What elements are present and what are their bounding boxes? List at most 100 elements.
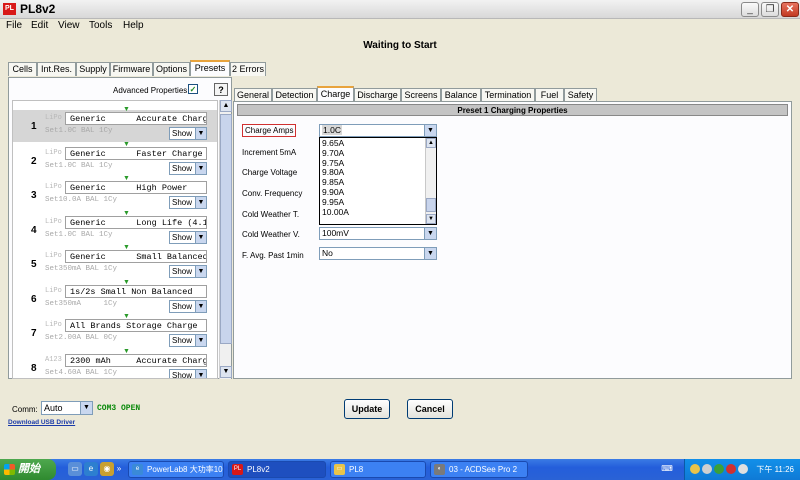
menu-tools[interactable]: Tools: [89, 20, 112, 31]
cancel-button[interactable]: Cancel: [407, 399, 453, 419]
preset-list-scrollbar[interactable]: ▲ ▼: [219, 100, 232, 379]
show-desktop-icon[interactable]: ▭: [68, 462, 82, 476]
advanced-properties-checkbox[interactable]: ✓: [188, 84, 198, 94]
charge-amps-select[interactable]: 1.0C ▼: [319, 124, 437, 137]
subtab-balance[interactable]: Balance: [441, 88, 481, 101]
preset-row-4[interactable]: ▼ 4 LiPo Generic Long Life (4.1v) Set1.0…: [13, 210, 217, 246]
preset-show-select[interactable]: Show ▼: [169, 300, 207, 313]
preset-show-select[interactable]: Show ▼: [169, 369, 207, 378]
start-button[interactable]: 開始: [0, 459, 56, 480]
scroll-down-icon[interactable]: ▼: [220, 366, 232, 378]
cold-weather-v-select[interactable]: 100mV ▼: [319, 227, 437, 240]
preset-number: 1: [31, 121, 37, 132]
dropdown-option[interactable]: 9.75A: [320, 158, 436, 168]
preset-row-8[interactable]: ▼ 8 A123 2300 mAh Accurate Charge Set4.6…: [13, 348, 217, 378]
preset-show-select[interactable]: Show ▼: [169, 196, 207, 209]
dropdown-option[interactable]: 9.80A: [320, 167, 436, 177]
scroll-up-icon[interactable]: ▲: [426, 138, 436, 148]
antivirus-icon[interactable]: [726, 464, 736, 474]
charge-amps-dropdown[interactable]: 9.65A 9.70A 9.75A 9.80A 9.85A 9.90A 9.95…: [319, 137, 437, 225]
tab-cells[interactable]: Cells: [8, 62, 37, 76]
preset-show-select[interactable]: Show ▼: [169, 127, 207, 140]
subtab-detection[interactable]: Detection: [272, 88, 317, 101]
download-usb-driver-link[interactable]: Download USB Driver: [8, 419, 75, 426]
subtab-general[interactable]: General: [234, 88, 272, 101]
scroll-thumb[interactable]: [426, 198, 436, 212]
preset-summary: Set4.60A BAL 1Cy: [45, 369, 118, 377]
cold-weather-t-label: Cold Weather T.: [242, 210, 300, 219]
volume-icon[interactable]: [738, 464, 748, 474]
security-icon[interactable]: [690, 464, 700, 474]
maximize-button[interactable]: ❐: [761, 2, 779, 17]
tab-errors[interactable]: 2 Errors: [230, 62, 266, 76]
dropdown-option[interactable]: 9.65A: [320, 138, 436, 148]
tab-presets[interactable]: Presets: [190, 60, 230, 76]
preset-name: Generic Faster Charge: [65, 147, 207, 160]
dropdown-option[interactable]: 9.85A: [320, 177, 436, 187]
tab-firmware[interactable]: Firmware: [110, 62, 153, 76]
chevron-down-icon: ▼: [195, 301, 206, 312]
minimize-button[interactable]: _: [741, 2, 759, 17]
scroll-down-icon[interactable]: ▼: [426, 214, 436, 224]
preset-row-7[interactable]: ▼ 7 LiPo All Brands Storage Charge Set2.…: [13, 313, 217, 349]
subtab-safety[interactable]: Safety: [564, 88, 597, 101]
help-button[interactable]: ?: [214, 83, 228, 96]
media-icon[interactable]: ◉: [100, 462, 114, 476]
preset-summary: Set350mA 1Cy: [45, 300, 118, 308]
task-powerlab8[interactable]: e PowerLab8 大功率10...: [128, 461, 224, 478]
dropdown-option[interactable]: 9.90A: [320, 187, 436, 197]
ie-icon[interactable]: e: [84, 462, 98, 476]
chevron-down-icon: ▼: [195, 163, 206, 174]
subtab-discharge[interactable]: Discharge: [354, 88, 401, 101]
menu-file[interactable]: File: [6, 20, 22, 31]
task-pl8-folder[interactable]: ▭ PL8: [330, 461, 426, 478]
chevron-down-icon: ▼: [195, 266, 206, 277]
tab-int-res[interactable]: Int.Res.: [37, 62, 76, 76]
preset-number: 3: [31, 190, 37, 201]
preset-row-2[interactable]: ▼ 2 LiPo Generic Faster Charge Set1.0C B…: [13, 141, 217, 177]
preset-summary: Set1.0C BAL 1Cy: [45, 231, 113, 239]
update-button[interactable]: Update: [344, 399, 390, 419]
preset-number: 2: [31, 156, 37, 167]
dropdown-option[interactable]: 9.70A: [320, 148, 436, 158]
preset-number: 8: [31, 363, 37, 374]
menu-view[interactable]: View: [58, 20, 80, 31]
scroll-thumb[interactable]: [220, 114, 232, 344]
subtab-termination[interactable]: Termination: [481, 88, 535, 101]
scroll-up-icon[interactable]: ▲: [220, 100, 232, 112]
preset-show-select[interactable]: Show ▼: [169, 334, 207, 347]
expand-icon[interactable]: »: [114, 462, 124, 476]
menu-edit[interactable]: Edit: [31, 20, 48, 31]
task-pl8v2[interactable]: PL PL8v2: [228, 461, 326, 478]
task-acdsee[interactable]: ◐ 03 - ACDSee Pro 2: [430, 461, 528, 478]
tab-supply[interactable]: Supply: [76, 62, 110, 76]
chevron-down-icon: ▼: [424, 248, 436, 259]
chevron-down-icon: ▼: [195, 370, 206, 378]
preset-show-select[interactable]: Show ▼: [169, 231, 207, 244]
f-avg-select[interactable]: No ▼: [319, 247, 437, 260]
dropdown-option[interactable]: 10.00A: [320, 207, 436, 217]
preset-show-select[interactable]: Show ▼: [169, 265, 207, 278]
preset-summary: Set2.00A BAL 0Cy: [45, 334, 118, 342]
network-icon[interactable]: [702, 464, 712, 474]
tab-options[interactable]: Options: [153, 62, 190, 76]
comm-port-select[interactable]: Auto ▼: [41, 401, 93, 415]
subtab-charge[interactable]: Charge: [317, 86, 354, 101]
preset-show-select[interactable]: Show ▼: [169, 162, 207, 175]
dropdown-scrollbar[interactable]: ▲ ▼: [425, 138, 436, 224]
close-button[interactable]: ✕: [781, 2, 799, 17]
preset-row-5[interactable]: ▼ 5 LiPo Generic Small Balanced Set350mA…: [13, 244, 217, 280]
preset-row-6[interactable]: ▼ 6 LiPo 1s/2s Small Non Balanced Set350…: [13, 279, 217, 315]
preset-row-3[interactable]: ▼ 3 LiPo Generic High Power Set10.0A BAL…: [13, 175, 217, 211]
subtab-fuel[interactable]: Fuel: [535, 88, 564, 101]
preset-number: 7: [31, 328, 37, 339]
keyboard-icon[interactable]: ⌨: [660, 462, 674, 476]
preset-chemistry: LiPo: [45, 252, 62, 260]
preset-row-1[interactable]: ▼ 1 LiPo Generic Accurate Charge Set1.0C…: [13, 106, 217, 142]
comm-status: COM3 OPEN: [97, 404, 141, 413]
subtab-screens[interactable]: Screens: [401, 88, 441, 101]
dropdown-option[interactable]: 9.95A: [320, 197, 436, 207]
preset-chemistry: LiPo: [45, 149, 62, 157]
menu-help[interactable]: Help: [123, 20, 144, 31]
status-icon[interactable]: [714, 464, 724, 474]
